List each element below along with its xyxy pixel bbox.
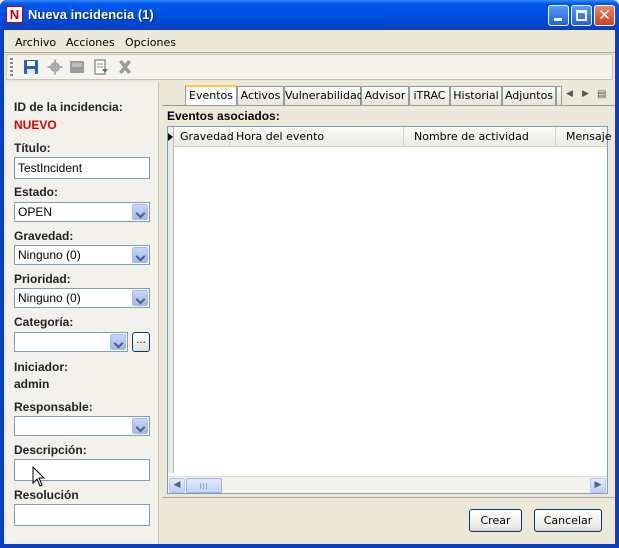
tab-historial[interactable]: Historial bbox=[450, 86, 502, 105]
severity-selected-value: Ninguno (0) bbox=[18, 248, 81, 262]
toolbar bbox=[6, 54, 613, 80]
menu-divider bbox=[4, 52, 615, 53]
tab-adjuntos[interactable]: Adjuntos bbox=[502, 86, 556, 105]
tab-scroll-left-icon[interactable]: ◀ bbox=[566, 89, 573, 99]
window-client: Archivo Acciones Opciones ID de la incid… bbox=[4, 30, 615, 544]
toolbar-grip[interactable] bbox=[10, 58, 13, 76]
tab-activos[interactable]: Activos bbox=[237, 86, 284, 105]
chevron-down-icon[interactable] bbox=[132, 290, 148, 306]
priority-label: Prioridad: bbox=[14, 272, 71, 286]
tab-list-icon[interactable]: ▤ bbox=[597, 89, 606, 100]
button-divider bbox=[162, 497, 615, 498]
scroll-left-icon[interactable]: ◀ bbox=[169, 478, 185, 493]
category-browse-button[interactable]: ... bbox=[132, 332, 150, 352]
incident-id-value: NUEVO bbox=[14, 118, 57, 132]
delete-icon[interactable] bbox=[117, 59, 133, 75]
severity-label: Gravedad: bbox=[14, 229, 74, 243]
tab-itrac[interactable]: iTRAC bbox=[409, 86, 450, 105]
close-icon: ✕ bbox=[598, 6, 611, 24]
tab-vulnerabilidad[interactable]: Vulnerabilidad bbox=[284, 86, 364, 105]
app-logo-icon: N bbox=[6, 6, 23, 23]
horizontal-scrollbar[interactable]: ◀ ▶ bbox=[168, 476, 607, 493]
create-button[interactable]: Crear bbox=[469, 509, 522, 532]
window: N Nueva incidencia (1) ✕ Archivo Accione… bbox=[0, 0, 619, 548]
category-select[interactable] bbox=[14, 332, 128, 352]
title-label: Título: bbox=[14, 141, 51, 155]
chevron-down-icon[interactable] bbox=[132, 247, 148, 263]
cancel-button[interactable]: Cancelar bbox=[534, 509, 602, 532]
chevron-down-icon[interactable] bbox=[132, 204, 148, 220]
maximize-icon bbox=[576, 10, 587, 21]
priority-selected-value: Ninguno (0) bbox=[18, 291, 81, 305]
events-table[interactable]: Gravedad Hora del evento Nombre de activ… bbox=[167, 126, 612, 494]
owner-select[interactable] bbox=[14, 416, 150, 436]
resolution-label: Resolución bbox=[14, 488, 79, 502]
menu-bar: Archivo Acciones Opciones bbox=[4, 32, 615, 52]
events-table-header: Gravedad Hora del evento Nombre de activ… bbox=[168, 127, 612, 147]
tab-overflow[interactable] bbox=[556, 86, 562, 105]
title-input[interactable]: TestIncident bbox=[14, 157, 150, 179]
column-header-event-time[interactable]: Hora del evento bbox=[230, 127, 404, 147]
menu-archivo[interactable]: Archivo bbox=[15, 36, 56, 49]
close-button[interactable]: ✕ bbox=[594, 5, 615, 26]
initiator-label: Iniciador: bbox=[14, 360, 69, 374]
current-row-indicator-icon bbox=[168, 133, 173, 141]
scroll-right-icon[interactable]: ▶ bbox=[590, 478, 606, 493]
minimize-button[interactable] bbox=[548, 5, 569, 26]
state-label: Estado: bbox=[14, 185, 59, 199]
associated-events-title: Eventos asociados: bbox=[167, 109, 280, 123]
resolution-input[interactable] bbox=[14, 504, 150, 526]
disk-icon[interactable] bbox=[69, 59, 85, 75]
column-header-severity[interactable]: Gravedad bbox=[174, 127, 234, 147]
tab-scroll-right-icon[interactable]: ▶ bbox=[582, 89, 589, 99]
gear-icon[interactable] bbox=[47, 59, 63, 75]
tab-strip: Eventos Activos Vulnerabilidad Advisor i… bbox=[164, 85, 615, 106]
document-export-icon[interactable] bbox=[93, 59, 109, 75]
mouse-cursor-icon bbox=[32, 466, 46, 487]
minimize-icon bbox=[554, 18, 562, 21]
owner-label: Responsable: bbox=[14, 400, 93, 414]
severity-select[interactable]: Ninguno (0) bbox=[14, 245, 150, 265]
initiator-value: admin bbox=[14, 377, 50, 391]
tab-advisor[interactable]: Advisor bbox=[361, 86, 409, 105]
menu-acciones[interactable]: Acciones bbox=[66, 36, 115, 49]
incident-id-label: ID de la incidencia: bbox=[14, 100, 123, 114]
category-label: Categoría: bbox=[14, 315, 74, 329]
column-header-activity-name[interactable]: Nombre de actividad bbox=[404, 127, 556, 147]
column-header-message[interactable]: Mensaje bbox=[556, 127, 616, 147]
tab-eventos[interactable]: Eventos bbox=[185, 85, 237, 106]
save-icon[interactable] bbox=[23, 59, 39, 75]
row-header-column bbox=[168, 127, 174, 473]
state-selected-value: OPEN bbox=[18, 205, 53, 219]
maximize-button[interactable] bbox=[571, 5, 592, 26]
title-bar[interactable]: N Nueva incidencia (1) ✕ bbox=[0, 0, 619, 30]
state-select[interactable]: OPEN bbox=[14, 202, 150, 222]
chevron-down-icon[interactable] bbox=[110, 334, 126, 350]
window-title: Nueva incidencia (1) bbox=[28, 7, 154, 22]
priority-select[interactable]: Ninguno (0) bbox=[14, 288, 150, 308]
chevron-down-icon[interactable] bbox=[132, 418, 148, 434]
scrollbar-thumb[interactable] bbox=[186, 478, 222, 493]
menu-opciones[interactable]: Opciones bbox=[125, 36, 176, 49]
description-label: Descripción: bbox=[14, 443, 87, 457]
incident-details-panel: ID de la incidencia: NUEVO Título: TestI… bbox=[6, 82, 159, 544]
